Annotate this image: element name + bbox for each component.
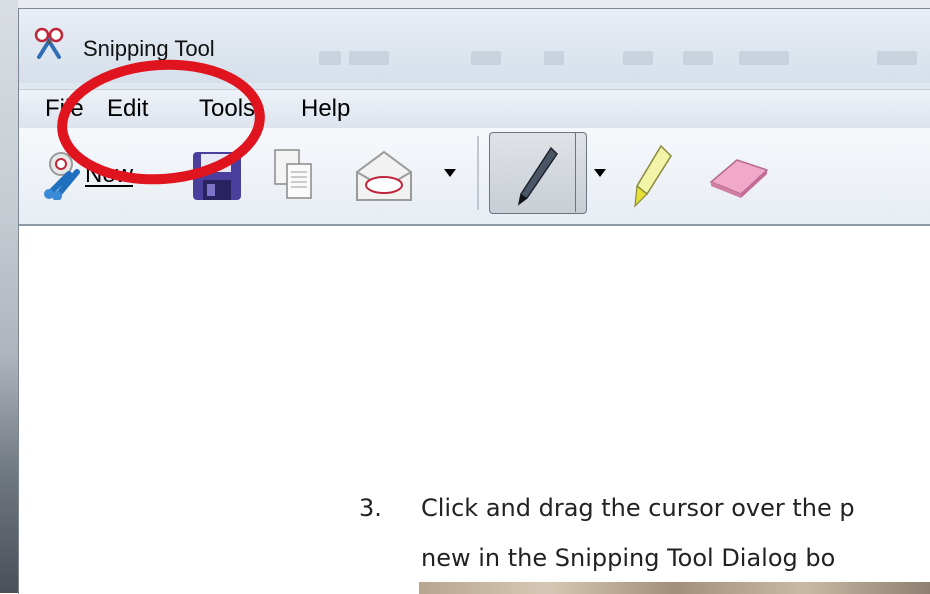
blurred-toolbar-ghost — [623, 51, 653, 65]
snipping-tool-app-icon — [34, 27, 64, 59]
blurred-toolbar-ghost — [877, 51, 917, 65]
pen-icon[interactable] — [515, 146, 559, 206]
pen-dropdown-arrow-icon[interactable] — [593, 168, 607, 178]
desktop-background-left — [0, 0, 18, 593]
blurred-toolbar-ghost — [544, 51, 564, 65]
blurred-toolbar-ghost — [471, 51, 501, 65]
desktop-background-top — [0, 0, 930, 8]
eraser-icon[interactable] — [707, 154, 771, 200]
instruction-line-1: Click and drag the cursor over the p — [421, 494, 855, 522]
blurred-toolbar-ghost — [349, 51, 389, 65]
highlighter-icon[interactable] — [627, 144, 673, 208]
instruction-line-2: new in the Snipping Tool Dialog bo — [421, 544, 836, 572]
pen-split-divider — [575, 132, 576, 212]
red-annotation-circle — [57, 59, 265, 185]
menu-help[interactable]: Help — [301, 95, 350, 123]
copy-icon[interactable] — [273, 148, 315, 202]
document-image-preview — [419, 582, 930, 594]
dropdown-arrow-icon[interactable] — [443, 168, 457, 178]
blurred-toolbar-ghost — [683, 51, 713, 65]
toolbar-separator — [477, 136, 479, 210]
snip-canvas: 3. Click and drag the cursor over the p … — [19, 226, 930, 594]
step-number: 3. — [359, 494, 382, 522]
send-snip-icon[interactable] — [353, 148, 415, 204]
blurred-toolbar-ghost — [319, 51, 341, 65]
blurred-toolbar-ghost — [739, 51, 789, 65]
